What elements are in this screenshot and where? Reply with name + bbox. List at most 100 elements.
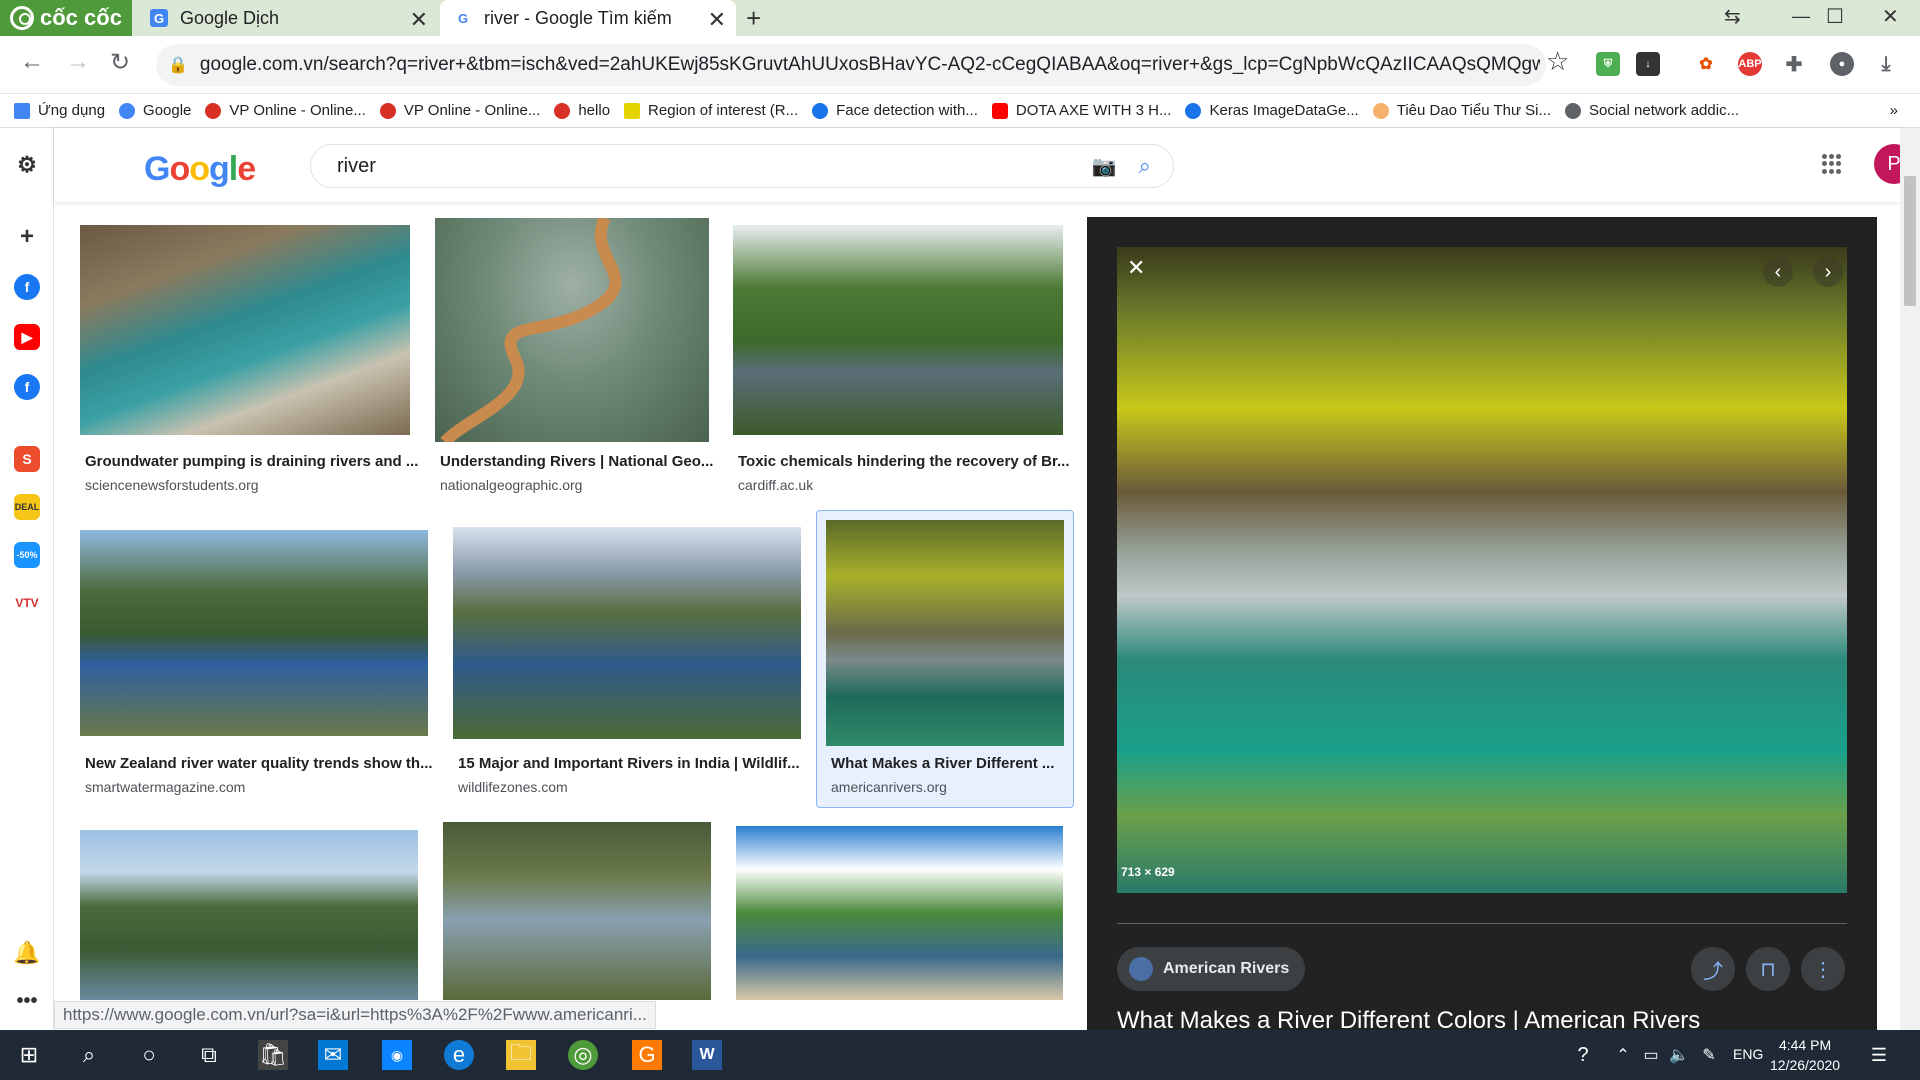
cortana-icon[interactable]: ○	[134, 1040, 164, 1070]
share-icon[interactable]: ⤴	[1691, 947, 1735, 991]
result-image[interactable]	[453, 527, 801, 739]
save-bookmark-icon[interactable]: ⊓	[1746, 947, 1790, 991]
result-image[interactable]	[80, 530, 428, 736]
pen-icon[interactable]: ✎	[1694, 1040, 1724, 1070]
next-image-icon[interactable]: ›	[1813, 257, 1843, 287]
reload-button[interactable]: ↻	[110, 48, 130, 77]
forward-button[interactable]: →	[66, 48, 90, 76]
chevron-up-icon[interactable]: ⌃	[1608, 1040, 1638, 1070]
google-logo[interactable]: Google	[144, 150, 256, 189]
task-view-icon[interactable]: ⧉	[194, 1040, 224, 1070]
clock[interactable]: 4:44 PM 12/26/2020	[1770, 1035, 1840, 1075]
result-source[interactable]: nationalgeographic.org	[440, 477, 582, 493]
result-image[interactable]	[736, 826, 1063, 1000]
result-title[interactable]: New Zealand river water quality trends s…	[85, 755, 433, 772]
result-source[interactable]: cardiff.ac.uk	[738, 477, 813, 493]
vtv-icon[interactable]: VTV	[14, 590, 40, 616]
mail-icon[interactable]: ✉	[318, 1040, 348, 1070]
facebook-icon-2[interactable]: f	[14, 374, 40, 400]
battery-icon[interactable]: ▭	[1636, 1040, 1666, 1070]
windows-start-icon[interactable]: ⊞	[14, 1040, 44, 1070]
result-title[interactable]: 15 Major and Important Rivers in India |…	[458, 755, 800, 772]
result-title[interactable]: Toxic chemicals hindering the recovery o…	[738, 453, 1070, 470]
scroll-thumb[interactable]	[1904, 176, 1916, 306]
youtube-icon[interactable]: ▶	[14, 324, 40, 350]
bookmark-keras[interactable]: Keras ImageDataGe...	[1185, 102, 1359, 119]
bell-icon[interactable]: 🔔	[13, 940, 40, 966]
vertical-scrollbar[interactable]	[1900, 128, 1920, 1030]
minimize-button[interactable]: —	[1792, 6, 1810, 27]
bookmark-star-icon[interactable]: ☆	[1546, 46, 1569, 77]
foxit-icon[interactable]: G	[632, 1040, 662, 1070]
restore-tabs-icon[interactable]: ⇆	[1724, 4, 1741, 29]
adblock-icon[interactable]: ABP	[1738, 52, 1762, 76]
bookmark-vp-online-2[interactable]: VP Online - Online...	[379, 102, 540, 119]
maximize-button[interactable]: ☐	[1826, 4, 1844, 29]
search-input[interactable]: river	[337, 155, 1092, 178]
add-icon[interactable]: +	[14, 223, 40, 250]
search-box[interactable]: river 📷 ⌕	[310, 144, 1174, 188]
result-source[interactable]: wildlifezones.com	[458, 779, 568, 795]
download-icon[interactable]: ↓	[1636, 52, 1660, 76]
apps-grid-icon[interactable]	[1822, 154, 1842, 174]
result-title[interactable]: Understanding Rivers | National Geo...	[440, 453, 713, 470]
tab-google-translate[interactable]: G Google Dịch ✕	[136, 0, 438, 36]
extension-icon[interactable]: ✿	[1694, 52, 1718, 76]
tab-river-search[interactable]: G river - Google Tìm kiếm ✕	[440, 0, 736, 36]
bookmark-roi[interactable]: Region of interest (R...	[624, 102, 798, 119]
bookmark-google[interactable]: Google	[119, 102, 191, 119]
shopee-icon[interactable]: S	[14, 446, 40, 472]
coccoc-logo[interactable]: cốc cốc	[0, 0, 132, 36]
deal-icon[interactable]: DEAL	[14, 494, 40, 520]
result-image[interactable]	[733, 225, 1063, 435]
close-window-button[interactable]: ✕	[1882, 4, 1899, 29]
back-button[interactable]: ←	[20, 48, 44, 76]
store-icon[interactable]: 🛍	[258, 1040, 288, 1070]
tiki-icon[interactable]: -50%	[14, 542, 40, 568]
bookmark-social-network[interactable]: Social network addic...	[1565, 102, 1739, 119]
result-image[interactable]	[826, 520, 1064, 746]
bookmark-dota[interactable]: DOTA AXE WITH 3 H...	[991, 102, 1171, 119]
profile-icon[interactable]: ●	[1830, 52, 1854, 76]
download-arrow-icon[interactable]: ⤓	[1874, 52, 1898, 76]
bookmarks-overflow[interactable]: »	[1890, 102, 1898, 119]
word-icon[interactable]: W	[692, 1040, 722, 1070]
bookmark-face-detection[interactable]: Face detection with...	[812, 102, 978, 119]
result-source[interactable]: americanrivers.org	[831, 779, 947, 795]
file-explorer-icon[interactable]: 🗀	[506, 1040, 536, 1070]
close-tab-icon[interactable]: ✕	[410, 7, 428, 33]
help-icon[interactable]: ?	[1568, 1040, 1598, 1070]
notifications-icon[interactable]: ☰	[1864, 1040, 1894, 1070]
source-chip[interactable]: American Rivers	[1117, 947, 1306, 991]
address-bar[interactable]: 🔒 google.com.vn/search?q=river+&tbm=isch…	[156, 44, 1546, 86]
edge-icon[interactable]: e	[444, 1040, 474, 1070]
result-image[interactable]	[80, 225, 410, 435]
result-image[interactable]	[80, 830, 418, 1000]
result-image[interactable]	[443, 822, 711, 1000]
result-image[interactable]	[435, 218, 709, 442]
shield-extension-icon[interactable]: ⛨	[1596, 52, 1620, 76]
result-title[interactable]: What Makes a River Different ...	[831, 755, 1054, 772]
search-icon[interactable]: ⌕	[1139, 153, 1151, 179]
language-indicator[interactable]: ENG	[1733, 1046, 1763, 1062]
bookmark-vp-online-1[interactable]: VP Online - Online...	[205, 102, 366, 119]
preview-image[interactable]: ✕ ‹ › 713 × 629	[1117, 247, 1847, 893]
previous-image-icon[interactable]: ‹	[1763, 257, 1793, 287]
gear-icon[interactable]: ⚙	[14, 152, 40, 178]
puzzle-icon[interactable]: ✚	[1782, 52, 1806, 76]
close-tab-icon[interactable]: ✕	[708, 7, 726, 33]
result-source[interactable]: smartwatermagazine.com	[85, 779, 245, 795]
new-tab-button[interactable]: +	[746, 3, 761, 34]
result-source[interactable]: sciencenewsforstudents.org	[85, 477, 259, 493]
bookmark-hello[interactable]: hello	[554, 102, 610, 119]
close-preview-icon[interactable]: ✕	[1127, 255, 1145, 281]
more-options-icon[interactable]: ⋮	[1801, 947, 1845, 991]
search-icon[interactable]: ⌕	[74, 1040, 104, 1070]
camera-icon[interactable]: 📷	[1092, 154, 1117, 179]
bookmark-apps[interactable]: Ứng dụng	[14, 102, 105, 119]
bookmark-tieu-dao[interactable]: Tiêu Dao Tiểu Thư Si...	[1372, 102, 1551, 119]
facebook-icon[interactable]: f	[14, 274, 40, 300]
coccoc-taskbar-icon[interactable]: ◎	[568, 1040, 598, 1070]
more-icon[interactable]: •••	[14, 988, 40, 1014]
volume-icon[interactable]: 🔈	[1664, 1040, 1694, 1070]
